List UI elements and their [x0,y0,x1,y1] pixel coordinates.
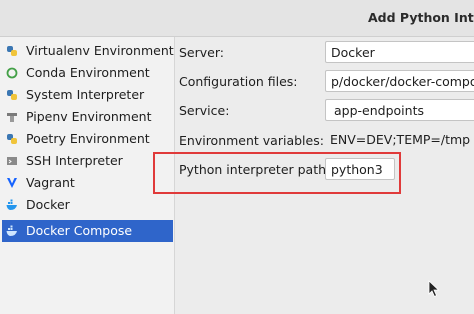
config-files-label: Configuration files: [179,74,298,89]
service-label: Service: [179,103,230,118]
sidebar-item-virtualenv[interactable]: Virtualenv Environment [2,40,174,62]
interpreter-type-list: Virtualenv Environment Conda Environment… [0,37,175,314]
sidebar-item-poetry[interactable]: Poetry Environment [2,128,173,150]
ssh-terminal-icon [7,157,17,165]
conda-ring-icon [6,67,18,79]
python-icon [7,134,17,144]
python-icon [7,90,17,100]
sidebar-item-vagrant[interactable]: Vagrant [2,172,173,194]
docker-compose-form: Server: Docker Configuration files: p/do… [175,37,474,314]
server-select[interactable]: Docker [325,41,474,63]
sidebar-item-ssh[interactable]: SSH Interpreter [2,150,173,172]
dialog-title: Add Python Interp [368,10,474,25]
service-select[interactable]: app-endpoints [325,99,474,121]
vagrant-v-icon [7,178,17,188]
server-label: Server: [179,45,224,60]
config-files-field[interactable]: p/docker/docker-compose [325,70,474,92]
mouse-cursor-icon [428,280,440,298]
dialog-titlebar: Add Python Interp [0,0,474,37]
python-icon [7,46,17,56]
sidebar-item-conda[interactable]: Conda Environment [2,62,173,84]
sidebar-item-pipenv[interactable]: Pipenv Environment [2,106,173,128]
interpreter-path-label: Python interpreter path: [179,162,331,177]
pipenv-icon [7,113,17,122]
env-vars-label: Environment variables: [179,133,324,148]
docker-whale-icon [6,199,17,210]
sidebar-item-system[interactable]: System Interpreter [2,84,173,106]
docker-whale-icon [6,225,17,236]
interpreter-path-input[interactable]: python3 [325,158,395,180]
sidebar-item-docker[interactable]: Docker [2,194,173,216]
env-vars-field[interactable]: ENV=DEV;TEMP=/tmp [325,129,474,151]
sidebar-item-docker-compose[interactable]: Docker Compose [2,220,173,242]
